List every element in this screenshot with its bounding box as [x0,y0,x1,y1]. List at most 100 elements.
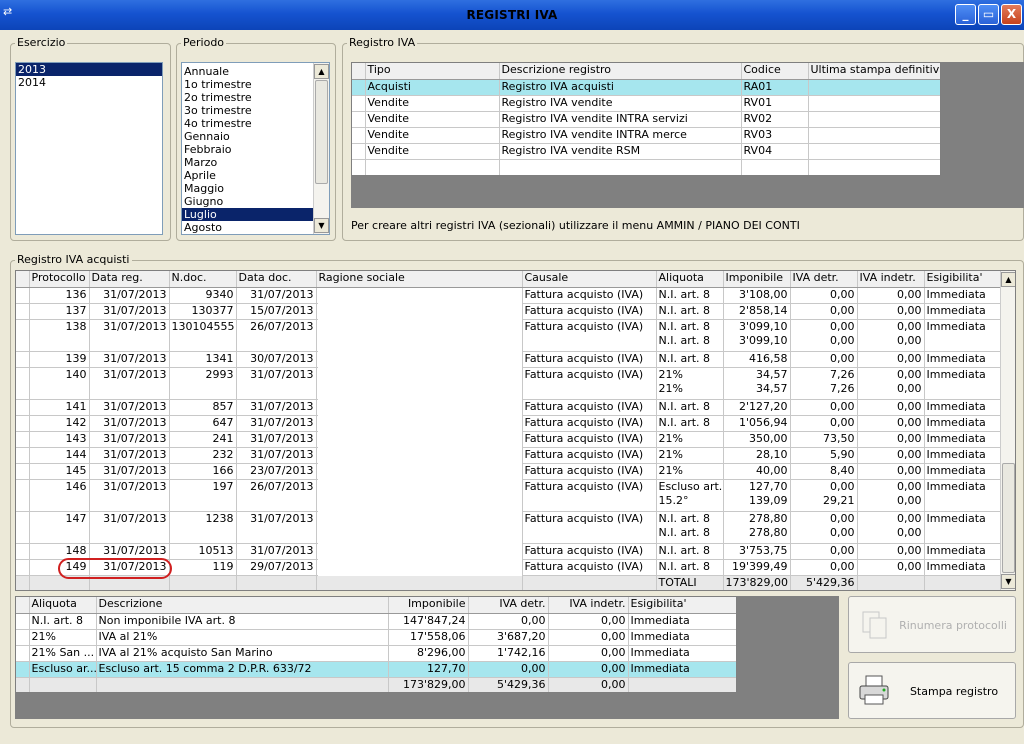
periodo-item[interactable]: Febbraio [182,143,313,156]
riep-col-header[interactable]: Descrizione [96,597,389,614]
row-selector[interactable] [16,287,30,304]
registro-row[interactable]: Vendite Registro IVA vendite RV01 [352,95,940,112]
row-selector[interactable] [16,543,30,560]
esercizio-label: Esercizio [15,36,68,49]
registro-row[interactable]: Vendite Registro IVA vendite INTRA serviz… [352,111,940,128]
acq-col-header[interactable]: Data reg. [89,271,170,288]
row-selector[interactable] [16,511,30,544]
registro-cell: Registro IVA acquisti [499,79,742,96]
scroll-up-icon[interactable]: ▲ [314,64,329,79]
row-selector[interactable] [16,399,30,416]
riepilogo-grid[interactable]: Aliquota Descrizione Imponibile IVA detr. IV… [15,596,737,693]
row-selector[interactable] [352,143,366,160]
row-selector[interactable] [16,431,30,448]
row-selector[interactable] [16,559,30,576]
registro-row[interactable]: Vendite Registro IVA vendite RSM RV04 [352,143,940,160]
periodo-list[interactable]: Annuale 1o trimestre 2o trimestre 3o trimes… [181,62,330,235]
row-selector[interactable] [16,351,30,368]
acq-col-header[interactable]: Ragione sociale [316,271,523,288]
periodo-item[interactable]: 1o trimestre [182,78,313,91]
row-selector[interactable] [352,95,366,112]
riep-cell: Immediata [628,661,736,678]
close-button[interactable]: X [1001,4,1022,25]
esercizio-list[interactable]: 2013 2014 [15,62,163,235]
registro-row[interactable]: Acquisti Registro IVA acquisti RA01 [352,79,940,96]
row-selector[interactable] [16,463,30,480]
row-selector[interactable] [16,629,30,646]
acq-col-header[interactable]: Imponibile [723,271,791,288]
periodo-item[interactable]: Maggio [182,182,313,195]
riep-row[interactable]: Escluso ar... Escluso art. 15 comma 2 D.P… [16,661,736,678]
acq-cell-causale: Fattura acquisto (IVA) [522,287,657,304]
acq-col-header[interactable]: Aliquota [656,271,724,288]
acquisti-scrollbar[interactable]: ▲ ▼ [1000,271,1015,590]
scroll-down-icon[interactable]: ▼ [314,218,329,233]
riep-row[interactable]: 21% IVA al 21% 17'558,06 3'687,20 0,00 Immedi… [16,629,736,646]
col-ultima-stampa[interactable]: Ultima stampa definitiva [808,63,940,80]
row-selector[interactable] [16,447,30,464]
periodo-item[interactable]: Marzo [182,156,313,169]
stampa-registro-button[interactable]: Stampa registro [848,662,1016,719]
periodo-scrollbar[interactable]: ▲ ▼ [313,63,329,234]
minimize-button[interactable]: _ [955,4,976,25]
registro-grid[interactable]: Tipo Descrizione registro Codice Ultima sta… [351,62,941,176]
col-codice[interactable]: Codice [741,63,809,80]
periodo-item[interactable]: Annuale [182,65,313,78]
acq-cell-ndoc: 130104555 [169,319,237,352]
periodo-item[interactable]: 4o trimestre [182,117,313,130]
riep-row[interactable]: 21% San ... IVA al 21% acquisto San Marin… [16,645,736,662]
row-selector[interactable] [352,111,366,128]
scroll-up-icon[interactable]: ▲ [1001,272,1015,287]
periodo-item[interactable]: 2o trimestre [182,91,313,104]
acq-col-header[interactable]: Causale [522,271,657,288]
row-selector[interactable] [16,367,30,400]
acq-col-header[interactable]: N.doc. [169,271,237,288]
periodo-item[interactable]: Agosto [182,221,313,234]
acquisti-grid[interactable]: Protocollo Data reg. N.doc. Data doc. Ragion… [15,270,1016,591]
esercizio-item-2013[interactable]: 2013 [16,63,162,76]
acq-cell-esig: Immediata [924,367,1001,400]
acq-cell-multi: 2'858,14 [723,303,791,320]
row-selector[interactable] [352,127,366,144]
riep-row[interactable]: N.I. art. 8 Non imponibile IVA art. 8 147'… [16,613,736,630]
row-selector[interactable] [16,303,30,320]
acq-cell-datadoc: 23/07/2013 [236,463,317,480]
acq-col-header[interactable]: Data doc. [236,271,317,288]
riep-cell: 147'847,24 [388,613,469,630]
esercizio-item-2014[interactable]: 2014 [16,76,162,89]
acq-cell-esig: Immediata [924,303,1001,320]
periodo-item[interactable]: Gennaio [182,130,313,143]
periodo-item[interactable]: 3o trimestre [182,104,313,117]
riep-col-header[interactable]: Aliquota [29,597,97,614]
rinumera-protocolli-button[interactable]: Rinumera protocolli [848,596,1016,653]
riep-col-header[interactable]: IVA indetr. [548,597,629,614]
acq-col-header[interactable]: Esigibilita' [924,271,1001,288]
scroll-down-icon[interactable]: ▼ [1001,574,1015,589]
col-tipo[interactable]: Tipo [365,63,500,80]
registro-row-empty[interactable] [352,159,940,175]
acq-col-header[interactable]: IVA indetr. [857,271,925,288]
periodo-item[interactable]: Aprile [182,169,313,182]
riep-col-header[interactable]: IVA detr. [468,597,549,614]
row-selector[interactable] [16,661,30,678]
scroll-thumb[interactable] [315,80,328,184]
col-descrizione-registro[interactable]: Descrizione registro [499,63,742,80]
row-selector[interactable] [16,613,30,630]
periodo-item[interactable]: Luglio [182,208,313,221]
acq-line-value: 5,90 [830,447,855,461]
row-selector[interactable] [16,415,30,432]
scroll-thumb[interactable] [1002,463,1015,573]
row-selector[interactable] [16,645,30,662]
restore-button[interactable]: ▭ [978,4,999,25]
riep-col-header[interactable]: Imponibile [388,597,469,614]
riep-col-header[interactable]: Esigibilita' [628,597,736,614]
periodo-item[interactable]: Giugno [182,195,313,208]
row-selector[interactable] [16,479,30,512]
row-selector[interactable] [16,319,30,352]
row-selector[interactable] [352,79,366,96]
acq-cell-multi: 0,00 0,00 [857,479,925,512]
acq-line-value: 7,26 [830,381,855,395]
acq-col-header[interactable]: IVA detr. [790,271,858,288]
acq-col-header[interactable]: Protocollo [29,271,90,288]
registro-row[interactable]: Vendite Registro IVA vendite INTRA merce R… [352,127,940,144]
